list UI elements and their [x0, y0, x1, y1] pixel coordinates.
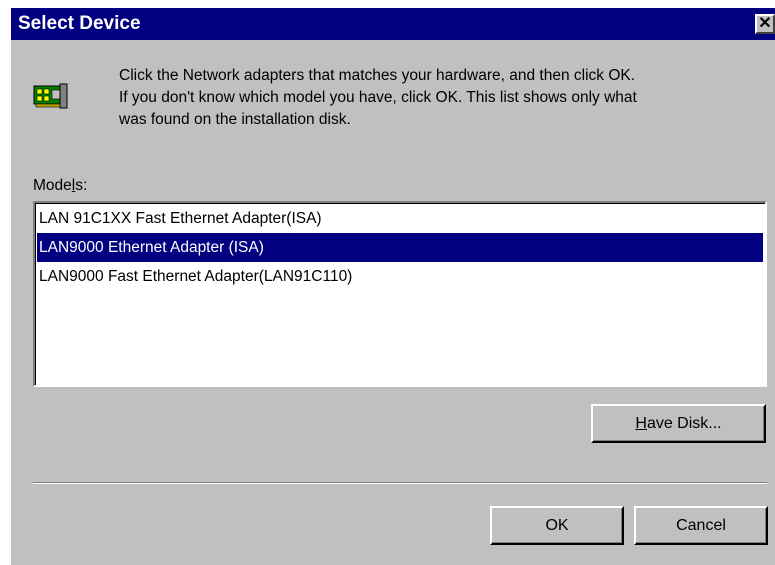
instructions-text: Click the Network adapters that matches …: [119, 65, 769, 131]
ok-button[interactable]: OK: [490, 506, 624, 545]
title-bar[interactable]: Select Device ✕: [11, 8, 775, 40]
list-item-selected[interactable]: LAN9000 Ethernet Adapter (ISA): [37, 233, 763, 262]
list-item[interactable]: LAN 91C1XX Fast Ethernet Adapter(ISA): [37, 204, 763, 233]
instructions-line-3: was found on the installation disk.: [119, 111, 351, 128]
cancel-button[interactable]: Cancel: [634, 506, 768, 545]
have-disk-button[interactable]: Have Disk...: [591, 404, 766, 443]
separator: [33, 482, 767, 484]
models-listbox[interactable]: LAN 91C1XX Fast Ethernet Adapter(ISA) LA…: [33, 201, 767, 387]
close-icon: ✕: [758, 15, 772, 32]
network-adapter-icon: [33, 83, 68, 109]
models-label: Models:: [33, 177, 88, 194]
select-device-dialog: Select Device ✕ Click the Network adapte…: [11, 8, 775, 565]
list-item[interactable]: LAN9000 Fast Ethernet Adapter(LAN91C110): [37, 262, 763, 291]
close-button[interactable]: ✕: [755, 14, 775, 34]
instructions-line-2: If you don't know which model you have, …: [119, 89, 637, 106]
instructions-line-1: Click the Network adapters that matches …: [119, 67, 636, 84]
window-title: Select Device: [18, 13, 141, 34]
